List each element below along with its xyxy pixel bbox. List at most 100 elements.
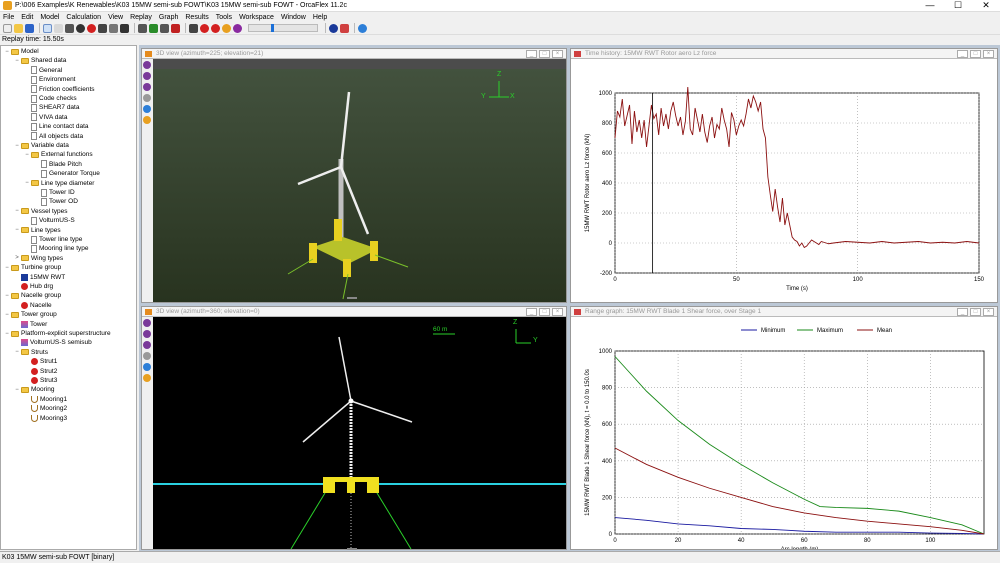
- tree-item[interactable]: Generator Torque: [34, 169, 100, 178]
- window-minimize-button[interactable]: _: [957, 50, 968, 58]
- replay-back-icon[interactable]: [200, 23, 209, 33]
- tree-item[interactable]: − Line types: [14, 226, 60, 235]
- window-minimize-button[interactable]: _: [526, 308, 537, 316]
- menu-results[interactable]: Results: [185, 14, 208, 21]
- tree-item[interactable]: Tower line type: [24, 235, 82, 244]
- rotate-icon[interactable]: [143, 319, 151, 327]
- replay-slider-thumb[interactable]: [271, 24, 274, 32]
- tree-expander[interactable]: −: [4, 331, 10, 337]
- 3d-scene-top[interactable]: [153, 59, 566, 302]
- tree-item[interactable]: − Mooring: [14, 385, 54, 394]
- replay-start-icon[interactable]: [211, 23, 220, 33]
- orbit-icon[interactable]: [143, 83, 151, 91]
- menu-replay[interactable]: Replay: [130, 14, 152, 21]
- range-graph-chart[interactable]: 02040608010002004006008001000Arc length …: [571, 317, 997, 549]
- graph-icon[interactable]: [340, 23, 349, 33]
- tree-item[interactable]: Friction coefficients: [24, 85, 95, 94]
- window-minimize-button[interactable]: _: [526, 50, 537, 58]
- tree-item[interactable]: Mooring2: [24, 404, 67, 413]
- tree-item[interactable]: All objects data: [24, 132, 83, 141]
- window-close-button[interactable]: ×: [552, 50, 563, 58]
- pan-icon[interactable]: [143, 330, 151, 338]
- eye-icon[interactable]: [143, 374, 151, 382]
- tree-item[interactable]: Environment: [24, 75, 76, 84]
- pause-icon[interactable]: [160, 23, 169, 33]
- run-simulation-icon[interactable]: [149, 23, 158, 33]
- model-browser-icon[interactable]: [43, 23, 52, 33]
- close-button[interactable]: ✕: [972, 0, 1000, 12]
- tree-expander[interactable]: −: [4, 265, 10, 271]
- tree-item[interactable]: − Variable data: [14, 141, 69, 150]
- time-history-chart[interactable]: 0 50 100 150-20002004006008001000Time (s)15…: [571, 59, 997, 302]
- pan-icon[interactable]: [143, 72, 151, 80]
- tree-expander[interactable]: >: [14, 255, 20, 261]
- tree-item[interactable]: Line contact data: [24, 122, 89, 131]
- vessel-icon[interactable]: [54, 23, 63, 33]
- 6d-buoy-icon[interactable]: [87, 23, 96, 33]
- buoy-icon[interactable]: [76, 23, 85, 33]
- tree-item[interactable]: − Tower group: [4, 310, 57, 319]
- resize-grip[interactable]: [347, 548, 357, 550]
- tree-item[interactable]: Tower ID: [34, 188, 75, 197]
- tree-expander[interactable]: −: [4, 49, 10, 55]
- window-maximize-button[interactable]: □: [970, 50, 981, 58]
- eye-icon[interactable]: [143, 116, 151, 124]
- tree-expander[interactable]: −: [24, 152, 30, 158]
- tree-item[interactable]: − External functions: [24, 150, 92, 159]
- zoom-icon[interactable]: [143, 94, 151, 102]
- replay-slider[interactable]: [248, 24, 318, 32]
- window-maximize-button[interactable]: □: [970, 308, 981, 316]
- tree-expander[interactable]: −: [14, 349, 20, 355]
- menu-model[interactable]: Model: [40, 14, 59, 21]
- range-graph-window[interactable]: Range graph: 15MW RWT Blade 1 Shear forc…: [570, 306, 998, 550]
- statics-icon[interactable]: [138, 23, 147, 33]
- tree-item[interactable]: − Model: [4, 47, 38, 56]
- menu-window[interactable]: Window: [281, 14, 306, 21]
- tree-expander[interactable]: −: [14, 387, 20, 393]
- replay-stop-icon[interactable]: [222, 23, 231, 33]
- tree-item[interactable]: Code checks: [24, 94, 77, 103]
- maximize-button[interactable]: ☐: [944, 0, 972, 12]
- tree-item[interactable]: − Shared data: [14, 56, 66, 65]
- tree-item[interactable]: > Wing types: [14, 254, 63, 263]
- tree-item[interactable]: − Nacelle group: [4, 291, 61, 300]
- tree-item[interactable]: Strut1: [24, 357, 57, 366]
- tree-item[interactable]: Mooring3: [24, 414, 67, 423]
- time-history-window[interactable]: Time history: 15MW RWT Rotor aero Lz for…: [570, 48, 998, 303]
- open-folder-icon[interactable]: [14, 23, 23, 33]
- tree-item[interactable]: − Turbine group: [4, 263, 61, 272]
- line-icon[interactable]: [65, 23, 74, 33]
- tree-expander[interactable]: −: [14, 227, 20, 233]
- menu-tools[interactable]: Tools: [216, 14, 232, 21]
- tree-expander[interactable]: −: [14, 58, 20, 64]
- orbit-icon[interactable]: [143, 341, 151, 349]
- view-icon[interactable]: [329, 23, 338, 33]
- tree-item[interactable]: VIVA data: [24, 113, 67, 122]
- tree-item[interactable]: Mooring1: [24, 395, 67, 404]
- new-file-icon[interactable]: [3, 23, 12, 33]
- reset-view-icon[interactable]: [143, 105, 151, 113]
- help-icon[interactable]: [358, 23, 367, 33]
- tree-expander[interactable]: −: [14, 208, 20, 214]
- winch-icon[interactable]: [98, 23, 107, 33]
- tree-item[interactable]: Mooring line type: [24, 244, 89, 253]
- window-close-button[interactable]: ×: [983, 50, 994, 58]
- 3d-view-window-bottom[interactable]: 3D view (azimuth=360; elevation=0) _ □ ×: [141, 306, 567, 550]
- tree-item[interactable]: Strut3: [24, 376, 57, 385]
- tree-item[interactable]: 15MW RWT: [14, 273, 65, 282]
- window-close-button[interactable]: ×: [983, 308, 994, 316]
- tree-item[interactable]: − Platform-explicit superstructure: [4, 329, 110, 338]
- link-icon[interactable]: [109, 23, 118, 33]
- tree-expander[interactable]: −: [4, 312, 10, 318]
- tree-expander[interactable]: −: [24, 180, 30, 186]
- tree-item[interactable]: Strut2: [24, 367, 57, 376]
- step-back-icon[interactable]: [189, 23, 198, 33]
- save-icon[interactable]: [25, 23, 34, 33]
- rotate-icon[interactable]: [143, 61, 151, 69]
- menu-help[interactable]: Help: [313, 14, 327, 21]
- minimize-button[interactable]: —: [916, 0, 944, 12]
- 3d-view-window-top[interactable]: 3D view (azimuth=225; elevation=21) _ □ …: [141, 48, 567, 303]
- reset-view-icon[interactable]: [143, 363, 151, 371]
- menu-graph[interactable]: Graph: [159, 14, 178, 21]
- tree-expander[interactable]: −: [14, 143, 20, 149]
